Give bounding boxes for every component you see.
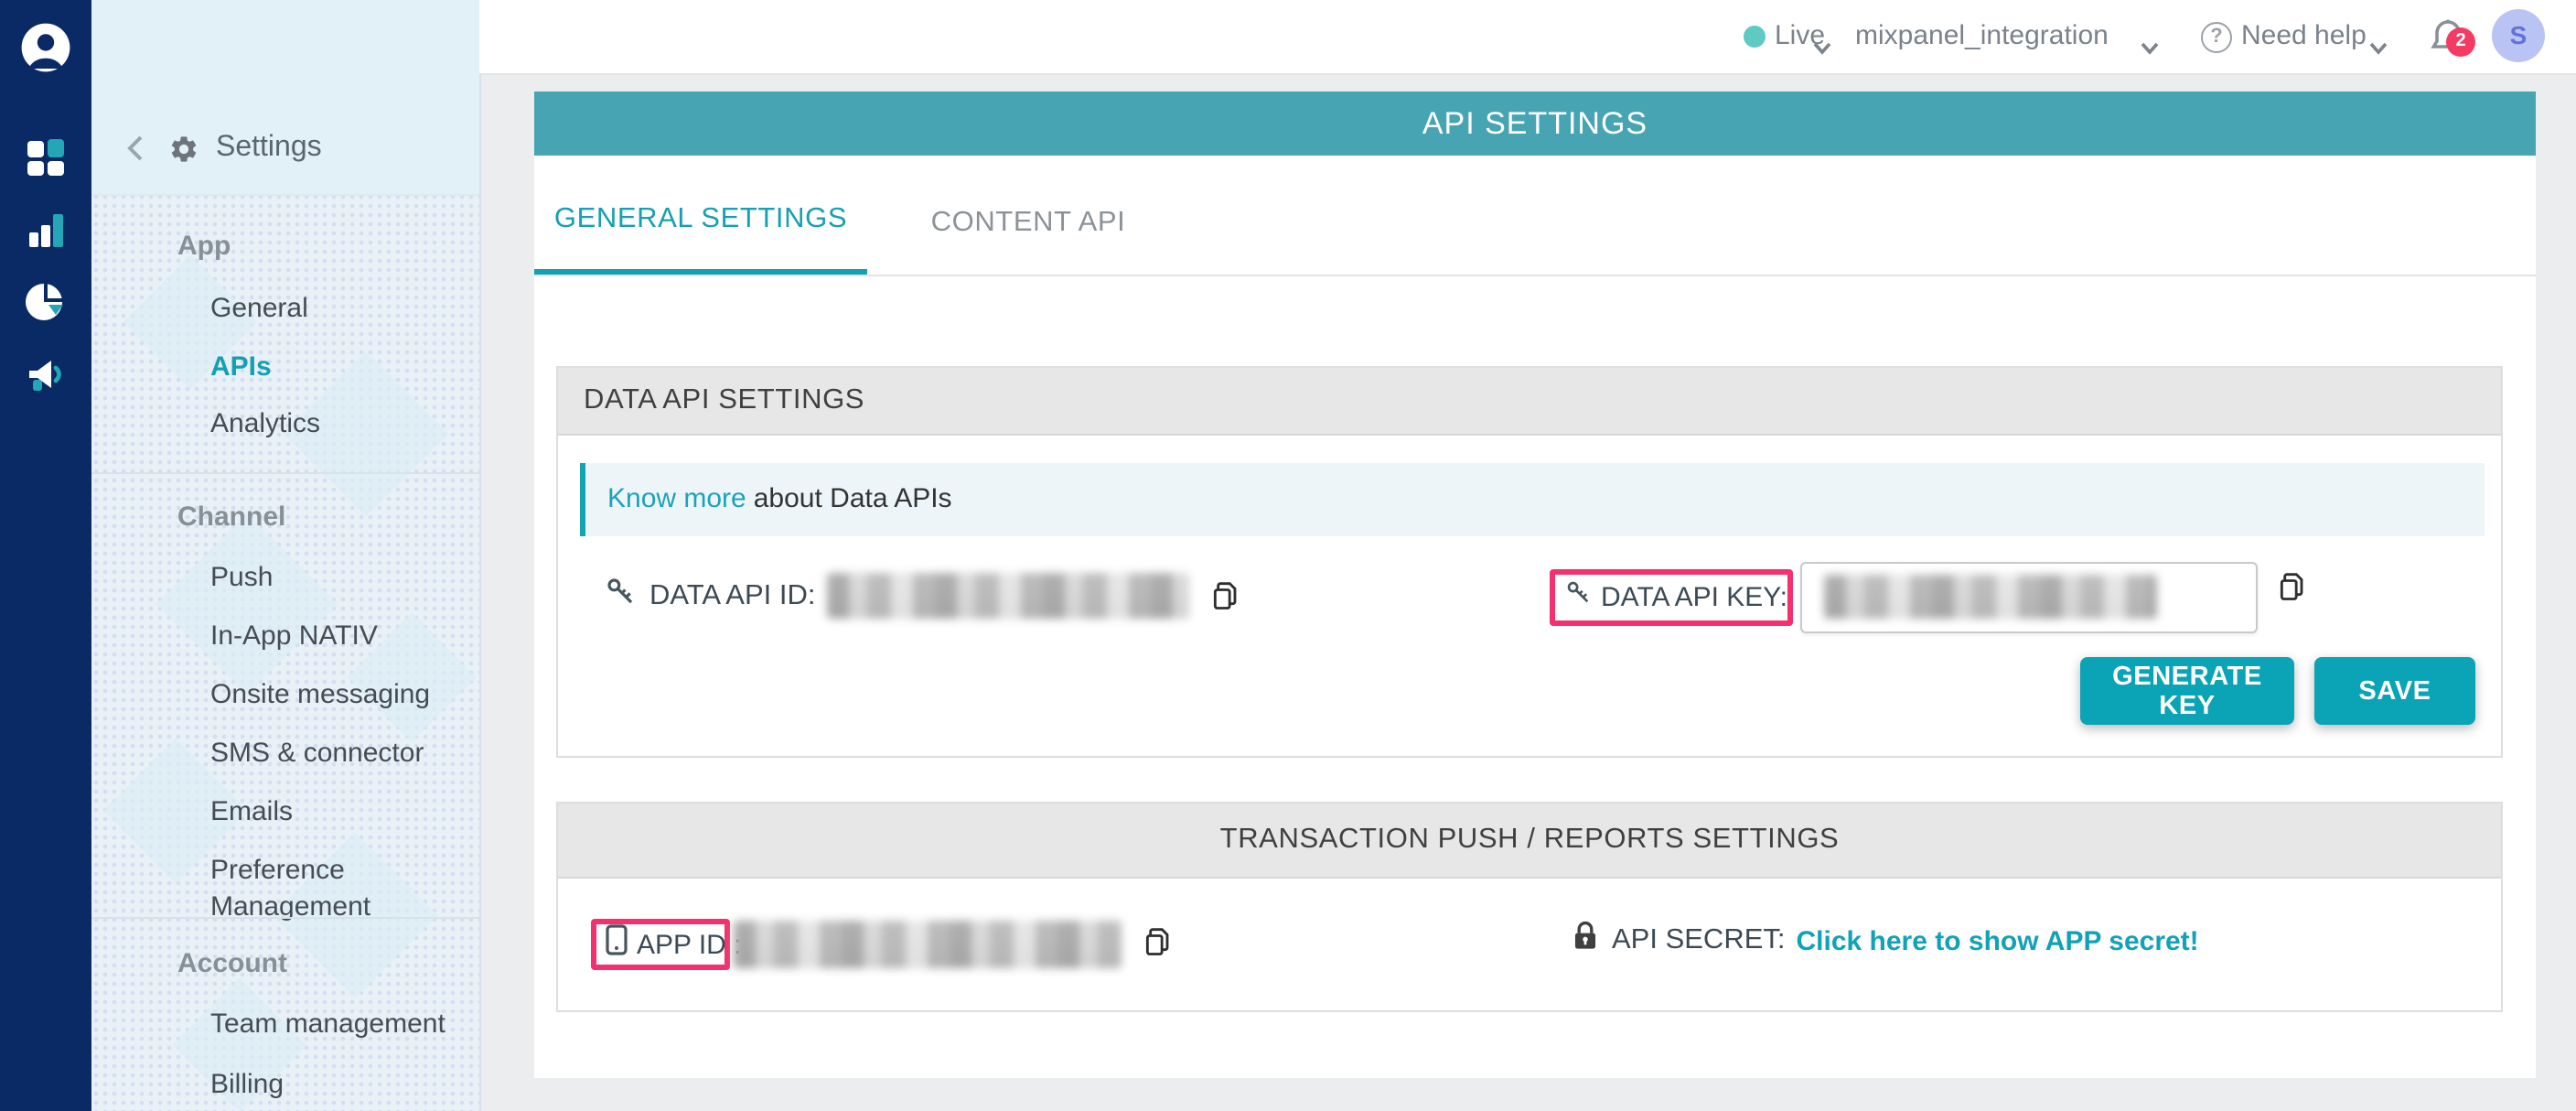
- copy-icon[interactable]: [1207, 577, 1243, 614]
- save-button[interactable]: SAVE: [2314, 657, 2475, 725]
- live-status-dot: [1744, 26, 1766, 48]
- mobile-phone-icon: [606, 924, 628, 965]
- chevron-left-icon[interactable]: [126, 135, 145, 161]
- generate-key-button[interactable]: GENERATE KEY: [2080, 657, 2294, 725]
- transaction-card-header: TRANSACTION PUSH / REPORTS SETTINGS: [558, 804, 2501, 879]
- sidebar-item-emails[interactable]: Emails: [210, 794, 293, 831]
- key-icon: [1564, 578, 1594, 617]
- avatar[interactable]: S: [2492, 9, 2545, 62]
- app-id-highlight: APP ID :: [591, 919, 730, 970]
- sidebar-item-general[interactable]: General: [210, 291, 308, 328]
- note-text: about Data APIs: [754, 483, 952, 514]
- copy-icon[interactable]: [2274, 569, 2311, 606]
- data-api-key-label: DATA API KEY:: [1601, 582, 1787, 613]
- sidebar-item-push[interactable]: Push: [210, 560, 273, 597]
- tab-content-api[interactable]: CONTENT API: [867, 156, 1189, 275]
- top-bar: Live mixpanel_integration ? Need help 2 …: [479, 0, 2576, 75]
- gear-icon: [168, 133, 199, 164]
- lock-icon: [1570, 919, 1601, 963]
- transaction-settings-card: TRANSACTION PUSH / REPORTS SETTINGS APP …: [556, 802, 2503, 1012]
- sidebar-item-team-management[interactable]: Team management: [210, 1007, 445, 1043]
- sidebar-section-channel: Channel: [177, 500, 285, 536]
- analytics-bars-icon[interactable]: [24, 209, 68, 253]
- data-api-card-header: DATA API SETTINGS: [558, 368, 2501, 436]
- know-more-link[interactable]: Know more: [607, 483, 746, 514]
- tab-general-settings[interactable]: GENERAL SETTINGS: [534, 156, 867, 275]
- need-help-menu[interactable]: Need help: [2241, 0, 2367, 73]
- settings-back-row[interactable]: Settings: [91, 124, 322, 172]
- notification-badge: 2: [2446, 27, 2475, 57]
- sidebar-title: Settings: [216, 132, 322, 165]
- sidebar-header: Settings: [91, 0, 479, 196]
- chevron-down-icon[interactable]: [2141, 31, 2159, 44]
- key-icon: [604, 574, 639, 618]
- api-secret-row: API SECRET: Click here to show APP secre…: [1570, 919, 2199, 963]
- brand-user-logo-icon[interactable]: [20, 22, 71, 73]
- data-api-key-highlight: DATA API KEY:: [1550, 569, 1793, 626]
- sidebar-section-app: App: [177, 229, 231, 265]
- data-api-key-input[interactable]: [1800, 562, 2258, 633]
- chevron-down-icon[interactable]: [2369, 31, 2388, 44]
- app-root: Settings App General APIs Analytics Chan…: [0, 0, 2576, 1111]
- chevron-down-icon[interactable]: [1813, 31, 1831, 44]
- sidebar-item-inapp-nativ[interactable]: In-App NATIV: [210, 619, 378, 655]
- segments-pie-icon[interactable]: [24, 280, 68, 324]
- help-question-icon[interactable]: ?: [2201, 22, 2232, 53]
- sidebar-item-analytics[interactable]: Analytics: [210, 406, 320, 443]
- data-api-key-value-redacted: [1824, 575, 2157, 619]
- sidebar-item-apis[interactable]: APIs: [210, 350, 272, 386]
- sidebar-item-sms-connector[interactable]: SMS & connector: [210, 736, 424, 772]
- sidebar-item-billing[interactable]: Billing: [210, 1067, 284, 1104]
- app-id-value-redacted: [734, 921, 1122, 968]
- show-app-secret-link[interactable]: Click here to show APP secret!: [1797, 925, 2199, 956]
- sidebar-section-account: Account: [177, 946, 287, 983]
- api-settings-panel: API SETTINGS GENERAL SETTINGS CONTENT AP…: [534, 92, 2536, 1078]
- sidebar-item-onsite-messaging[interactable]: Onsite messaging: [210, 677, 430, 714]
- know-more-note: Know more about Data APIs: [580, 463, 2485, 536]
- settings-sidebar: Settings App General APIs Analytics Chan…: [91, 0, 481, 1111]
- tab-bar: GENERAL SETTINGS CONTENT API: [534, 156, 2536, 276]
- sidebar-divider: [91, 472, 479, 474]
- page-title: API SETTINGS: [534, 92, 2536, 156]
- apps-grid-icon[interactable]: [24, 135, 68, 179]
- app-id-label: APP ID :: [637, 929, 742, 960]
- sidebar-divider: [91, 917, 479, 919]
- project-dropdown[interactable]: mixpanel_integration: [1855, 0, 2109, 73]
- data-api-id-value-redacted: [826, 573, 1188, 619]
- campaigns-megaphone-icon[interactable]: [24, 353, 68, 397]
- data-api-settings-card: DATA API SETTINGS Know more about Data AP…: [556, 366, 2503, 758]
- sidebar-item-preference-management[interactable]: Preference Management: [210, 853, 479, 890]
- nav-rail: [0, 0, 91, 1111]
- copy-icon[interactable]: [1140, 924, 1176, 961]
- api-secret-label: API SECRET:: [1612, 924, 1786, 957]
- data-api-id-label: DATA API ID:: [649, 579, 815, 612]
- data-api-id-row: DATA API ID:: [604, 573, 1243, 619]
